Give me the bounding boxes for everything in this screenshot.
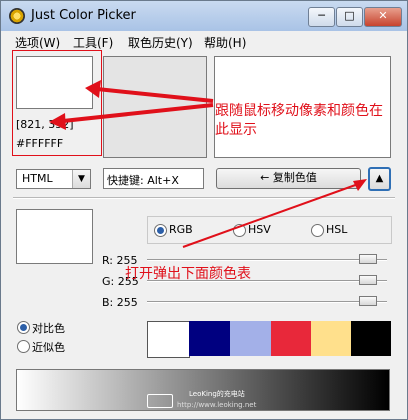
annotation-arrows [49,80,367,248]
annotation-top-line1: 跟随鼠标移动像素和颜色在 [215,103,383,119]
arrow-to-coordinates [49,103,214,130]
annotation-bottom: 打开弹出下面颜色表 [125,266,251,282]
app-window: Just Color Picker ─ □ ✕ 选项(W) 工具(F) 取色历史… [0,0,408,420]
annotation-top-line2: 此显示 [215,122,257,138]
arrow-to-expand-button [182,179,367,248]
arrow-to-preview [85,80,214,103]
